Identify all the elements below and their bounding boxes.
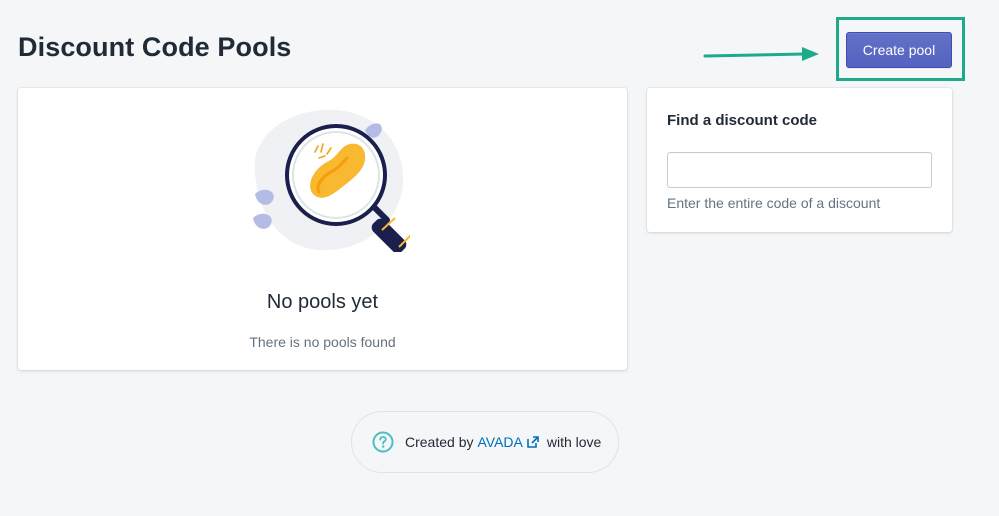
footer-credit: Created by AVADA with love: [351, 411, 619, 473]
magnifier-footprint-icon: [253, 109, 410, 252]
pointer-arrow-icon: [703, 47, 819, 61]
empty-state-title: No pools yet: [266, 291, 379, 313]
create-pool-button[interactable]: Create pool: [846, 32, 952, 68]
empty-state-card: No pools yet There is no pools found: [18, 88, 627, 370]
find-discount-help-text: Enter the entire code of a discount: [667, 195, 881, 211]
empty-state-subtitle: There is no pools found: [249, 334, 396, 350]
external-link-icon[interactable]: [527, 436, 539, 448]
find-discount-title: Find a discount code: [667, 112, 818, 129]
footer-prefix: Created by: [405, 434, 474, 450]
page-title: Discount Code Pools: [18, 32, 292, 62]
find-discount-card: Find a discount code Enter the entire co…: [647, 88, 952, 232]
discount-code-search-input[interactable]: [667, 152, 932, 188]
avada-link[interactable]: AVADA: [477, 434, 522, 450]
question-circle-icon[interactable]: [372, 431, 394, 453]
footer-suffix: with love: [546, 434, 602, 450]
